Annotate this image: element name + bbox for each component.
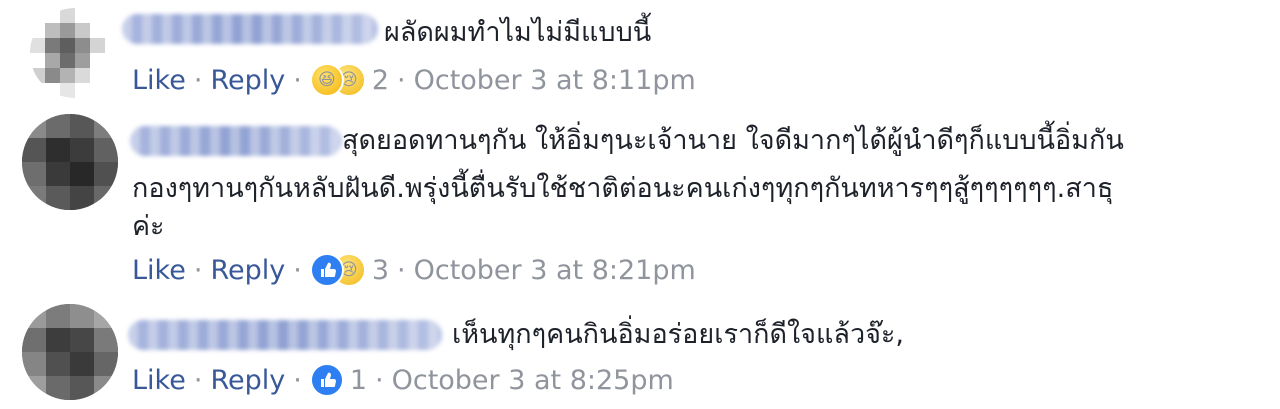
commenter-name-redacted[interactable] [128,320,442,350]
separator: · [193,64,203,96]
timestamp[interactable]: October 3 at 8:11pm [414,65,696,96]
reply-link[interactable]: Reply [210,255,285,286]
avatar[interactable] [22,114,118,210]
reaction-count[interactable]: 3 [372,255,389,286]
like-icon [309,253,344,287]
commenter-name-redacted[interactable] [122,14,378,44]
comment-3: เห็นทุกๆคนกินอิ่มอร่อยเราก็ดีใจแล้วจ๊ะ, … [0,300,1280,409]
reaction-summary[interactable] [309,363,344,397]
pixelated-avatar-image [30,8,120,98]
reply-link[interactable]: Reply [210,365,285,396]
separator: · [375,364,384,396]
thumbs-up-icon [320,372,336,387]
comment-text: ผลัดผมทำไมไม่มีแบบนี้ [384,17,652,48]
haha-icon: 😆 [309,63,344,97]
comment-2: สุดยอดทานๆกัน ให้อิ่มๆนะเจ้านาย ใจดีมากๆ… [0,110,1280,300]
separator: · [293,364,302,396]
comment-text: เห็นทุกๆคนกินอิ่มอร่อยเราก็ดีใจแล้วจ๊ะ, [452,319,905,350]
avatar[interactable] [30,8,120,98]
comment-text-line-1: สุดยอดทานๆกัน ให้อิ่มๆนะเจ้านาย ใจดีมากๆ… [342,125,1124,156]
separator: · [397,254,406,286]
timestamp[interactable]: October 3 at 8:25pm [392,365,674,396]
separator: · [293,64,302,96]
avatar[interactable] [22,304,118,400]
like-link[interactable]: Like [132,365,186,396]
comment-actions: Like · Reply · 😢 3 · October 3 at 8:21pm [132,252,696,288]
commenter-name-redacted[interactable] [130,126,342,156]
separator: · [293,254,302,286]
timestamp[interactable]: October 3 at 8:21pm [414,255,696,286]
reaction-count[interactable]: 1 [350,365,367,396]
pixelated-avatar-image [22,304,118,400]
separator: · [397,64,406,96]
separator: · [193,254,203,286]
like-link[interactable]: Like [132,255,186,286]
like-icon [309,363,344,397]
reaction-summary[interactable]: 😢 [309,253,366,287]
separator: · [193,364,203,396]
like-link[interactable]: Like [132,65,186,96]
comment-actions: Like · Reply · 😆 😢 2 · October 3 at 8:11… [132,62,696,98]
reply-link[interactable]: Reply [210,65,285,96]
reaction-summary[interactable]: 😆 😢 [309,63,366,97]
comment-text-line-3: ค่ะ [132,211,165,242]
thumbs-up-icon [320,262,336,277]
comment-actions: Like · Reply · 1 · October 3 at 8:25pm [132,362,674,398]
comment-1: ผลัดผมทำไมไม่มีแบบนี้ Like · Reply · 😆 😢… [0,0,1280,110]
pixelated-avatar-image [22,114,118,210]
comment-text-line-2: กองๆทานๆกันหลับฝันดี.พรุ่งนี้ตื่นรับใช้ช… [132,173,1114,204]
reaction-count[interactable]: 2 [372,65,389,96]
